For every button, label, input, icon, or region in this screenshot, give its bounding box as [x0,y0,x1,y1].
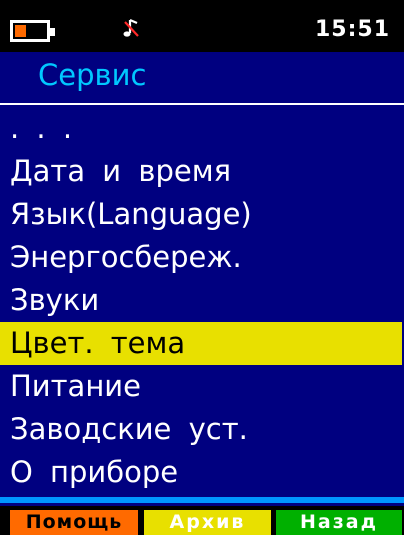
menu-item-power-supply[interactable]: Питание [0,365,404,408]
device-screen: 15:51 Сервис . . . Дата и время Язык(Lan… [0,0,404,535]
clock: 15:51 [314,17,390,42]
status-bar: 15:51 [0,0,404,52]
menu-item-language[interactable]: Язык(Language) [0,193,404,236]
battery-icon [10,20,55,42]
battery-tip [50,28,55,36]
title-divider [0,103,404,105]
help-button[interactable]: Помощь [10,510,138,535]
archive-button[interactable]: Архив [144,510,271,535]
softkey-bar: Помощь Архив Назад [0,506,404,535]
menu-item-up[interactable]: . . . [0,107,404,150]
softkey-divider [0,497,404,503]
menu-item-color-theme[interactable]: Цвет. тема [0,322,402,365]
menu-item-factory-settings[interactable]: Заводские уст. [0,408,404,451]
menu-item-about[interactable]: О приборе [0,451,404,494]
back-button[interactable]: Назад [276,510,402,535]
menu-item-power-saving[interactable]: Энергосбереж. [0,236,404,279]
menu-item-sounds[interactable]: Звуки [0,279,404,322]
battery-level-fill [15,25,26,37]
sound-muted-icon [123,18,139,37]
service-menu: . . . Дата и время Язык(Language) Энерго… [0,107,404,494]
page-title: Сервис [38,58,147,92]
menu-item-date-time[interactable]: Дата и время [0,150,404,193]
